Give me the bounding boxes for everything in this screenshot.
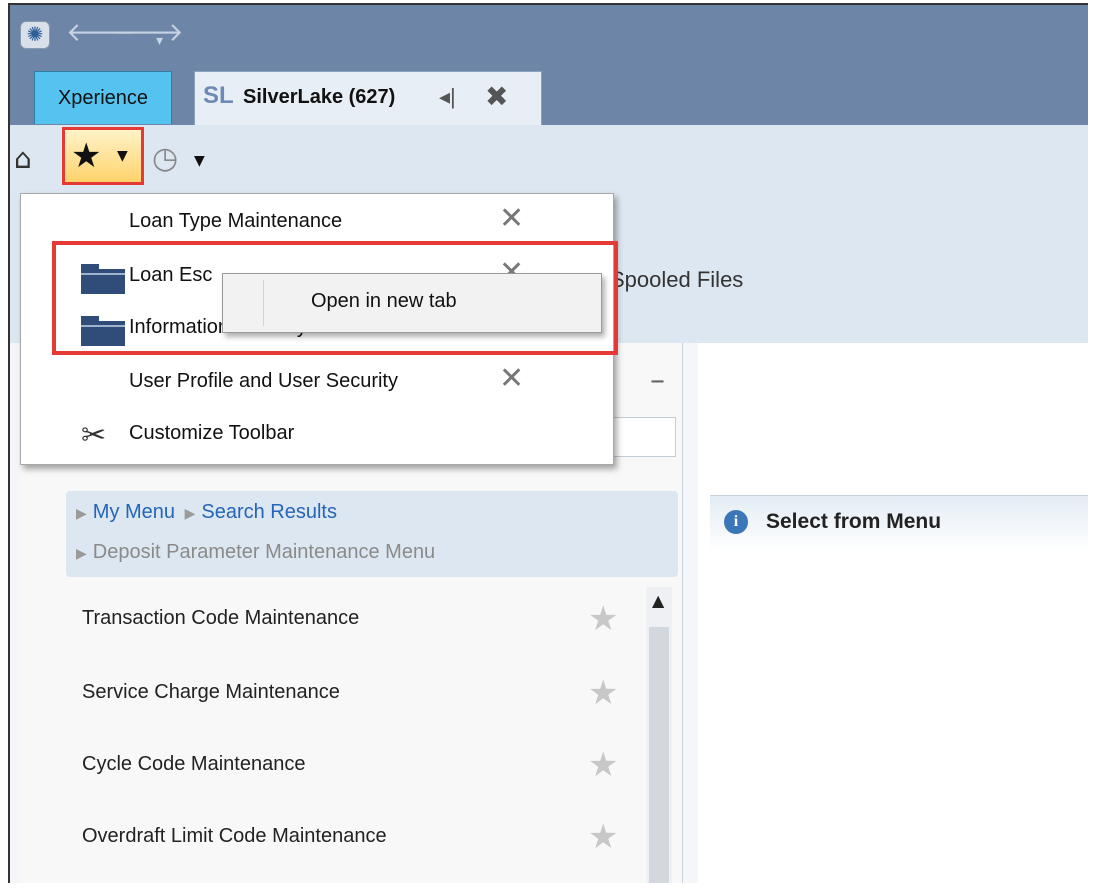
forward-arrow-icon[interactable]: 🡒 — [114, 19, 184, 47]
star-icon: ★ — [71, 136, 102, 176]
star-icon[interactable]: ★ — [588, 599, 618, 639]
remove-icon[interactable]: ✕ — [499, 362, 524, 396]
menu-list: Transaction Code Maintenance ★ Service C… — [66, 587, 636, 883]
clock-icon[interactable]: ◷ — [152, 143, 178, 175]
triangle-right-icon: ▶ — [184, 505, 196, 521]
customize-toolbar-item[interactable]: ✂ Customize Toolbar — [21, 408, 613, 460]
tools-icon: ✂ — [81, 419, 107, 452]
content-panel: i Select from Menu — [698, 343, 1088, 883]
remove-icon[interactable]: ✕ — [499, 202, 524, 236]
list-item[interactable]: Service Charge Maintenance ★ — [66, 661, 636, 733]
pin-icon[interactable]: ◂| — [439, 84, 456, 110]
breadcrumb-current: Deposit Parameter Maintenance Menu — [92, 541, 436, 563]
title-bar: ✺ 🡐 🡒 ▾ Xperience SL SilverLake (627) ◂|… — [10, 5, 1088, 126]
scroll-thumb[interactable] — [649, 627, 669, 883]
favorites-button[interactable]: ★ ▼ — [62, 127, 144, 185]
silverlake-logo: SL — [203, 82, 234, 109]
triangle-right-icon: ▶ — [76, 505, 87, 521]
list-item-label: Service Charge Maintenance — [82, 681, 340, 703]
favorite-item-label: Loan Type Maintenance — [129, 210, 343, 232]
tab-xperience-label: Xperience — [57, 87, 149, 109]
chevron-down-icon[interactable]: ▼ — [194, 153, 205, 169]
open-in-new-tab-item[interactable]: Open in new tab — [311, 290, 457, 313]
star-icon[interactable]: ★ — [588, 673, 618, 713]
list-item[interactable]: Cycle Code Maintenance ★ — [66, 733, 636, 805]
tab-silverlake[interactable]: SL SilverLake (627) ◂| ✖ — [194, 71, 542, 126]
context-menu: Open in new tab — [222, 273, 602, 333]
app-window: ✺ 🡐 🡒 ▾ Xperience SL SilverLake (627) ◂|… — [8, 3, 1088, 883]
context-menu-separator — [263, 280, 264, 326]
scrollbar[interactable]: ▲ — [646, 587, 672, 883]
scroll-up-icon[interactable]: ▲ — [652, 591, 664, 610]
favorite-item[interactable]: User Profile and User Security ✕ — [21, 356, 613, 408]
star-icon[interactable]: ★ — [588, 745, 618, 785]
app-logo-icon: ✺ — [20, 21, 50, 49]
content-title: Select from Menu — [766, 510, 942, 533]
list-item-label: Overdraft Limit Code Maintenance — [82, 825, 387, 847]
chevron-down-icon: ▼ — [117, 148, 128, 164]
star-icon[interactable]: ★ — [588, 817, 618, 857]
info-icon: i — [724, 510, 748, 534]
spooled-files-link[interactable]: Spooled Files — [610, 267, 743, 293]
favorite-item-label: Customize Toolbar — [129, 422, 295, 444]
list-item[interactable]: Transaction Code Maintenance ★ — [66, 587, 636, 659]
favorite-item-label: User Profile and User Security — [129, 370, 398, 392]
triangle-right-icon: ▶ — [76, 545, 87, 561]
close-icon[interactable]: ✖ — [485, 80, 508, 113]
list-item[interactable]: Overdraft Limit Code Maintenance ★ — [66, 805, 636, 877]
collapse-icon[interactable]: – — [650, 363, 665, 398]
tab-xperience[interactable]: Xperience — [34, 71, 172, 124]
home-icon[interactable]: ⌂ — [14, 145, 32, 173]
list-item-label: Transaction Code Maintenance — [82, 607, 360, 629]
list-item-label: Cycle Code Maintenance — [82, 753, 306, 775]
breadcrumb-my-menu[interactable]: My Menu — [93, 501, 175, 523]
breadcrumb: ▶ My Menu ▶ Search Results ▶ Deposit Parame… — [66, 491, 678, 577]
tab-silverlake-label: SilverLake (627) — [243, 86, 396, 108]
nav-dropdown-caret-icon[interactable]: ▾ — [156, 27, 163, 55]
content-header: i Select from Menu — [710, 495, 1088, 552]
breadcrumb-search-results[interactable]: Search Results — [201, 501, 337, 523]
